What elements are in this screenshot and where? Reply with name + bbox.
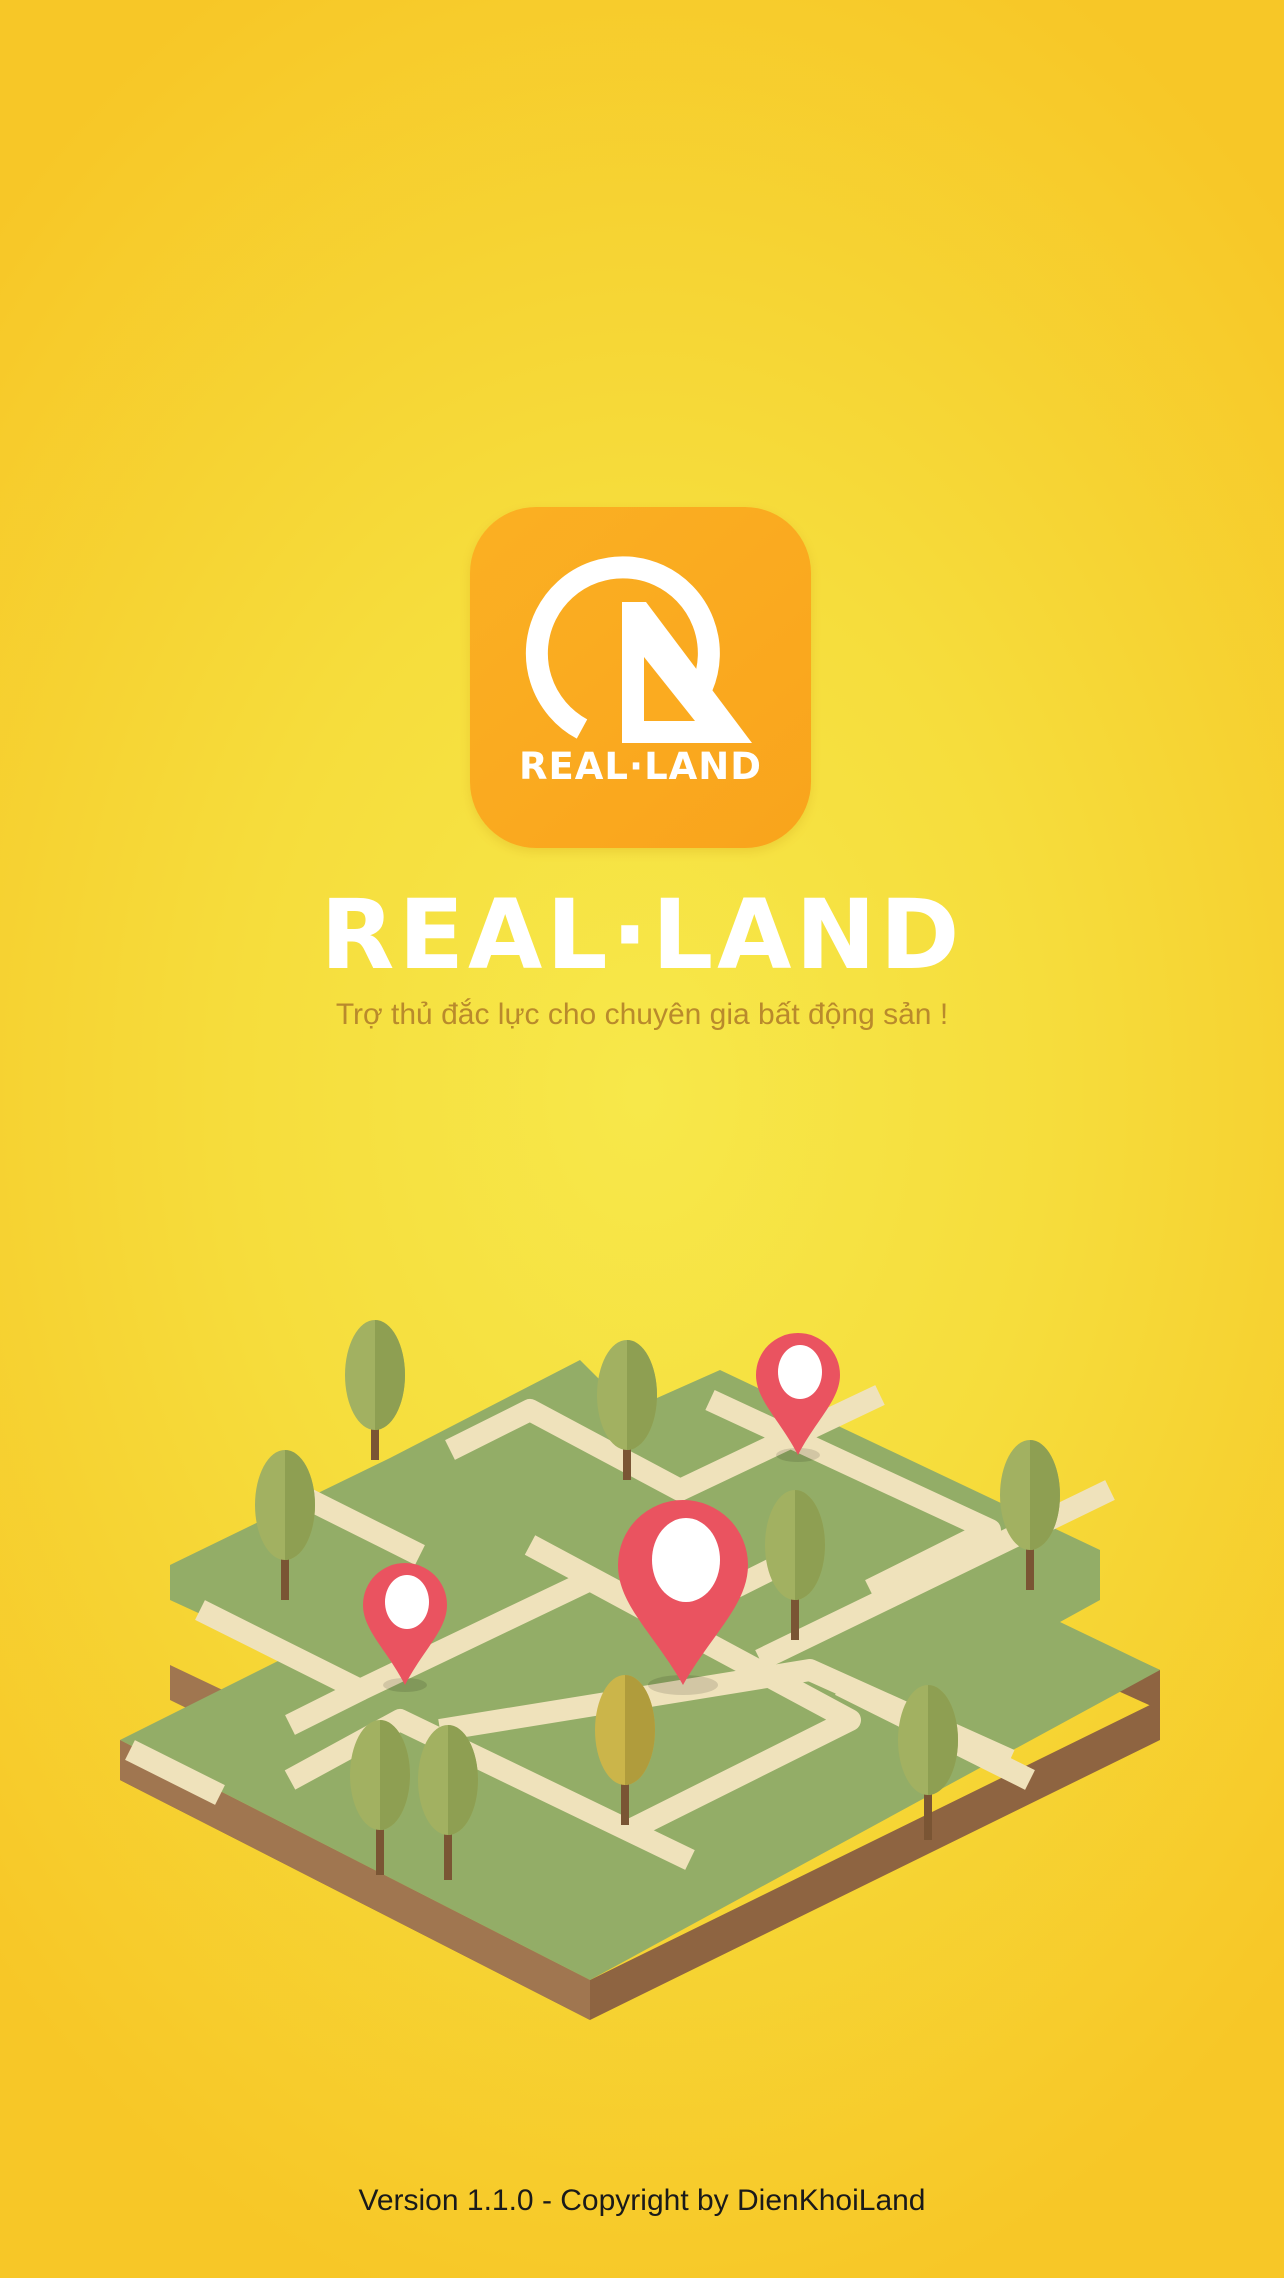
realland-mark-icon xyxy=(525,556,752,743)
version-copyright-text: Version 1.1.0 - Copyright by DienKhoiLan… xyxy=(358,2184,926,2217)
isometric-map-illustration xyxy=(120,1320,1160,2020)
app-icon-label: REAL·LAND xyxy=(519,745,762,788)
app-logo-icon: REAL·LAND xyxy=(470,507,811,848)
brand-name: REAL·LAND xyxy=(320,879,964,991)
tagline: Trợ thủ đắc lực cho chuyên gia bất động … xyxy=(335,998,949,1031)
